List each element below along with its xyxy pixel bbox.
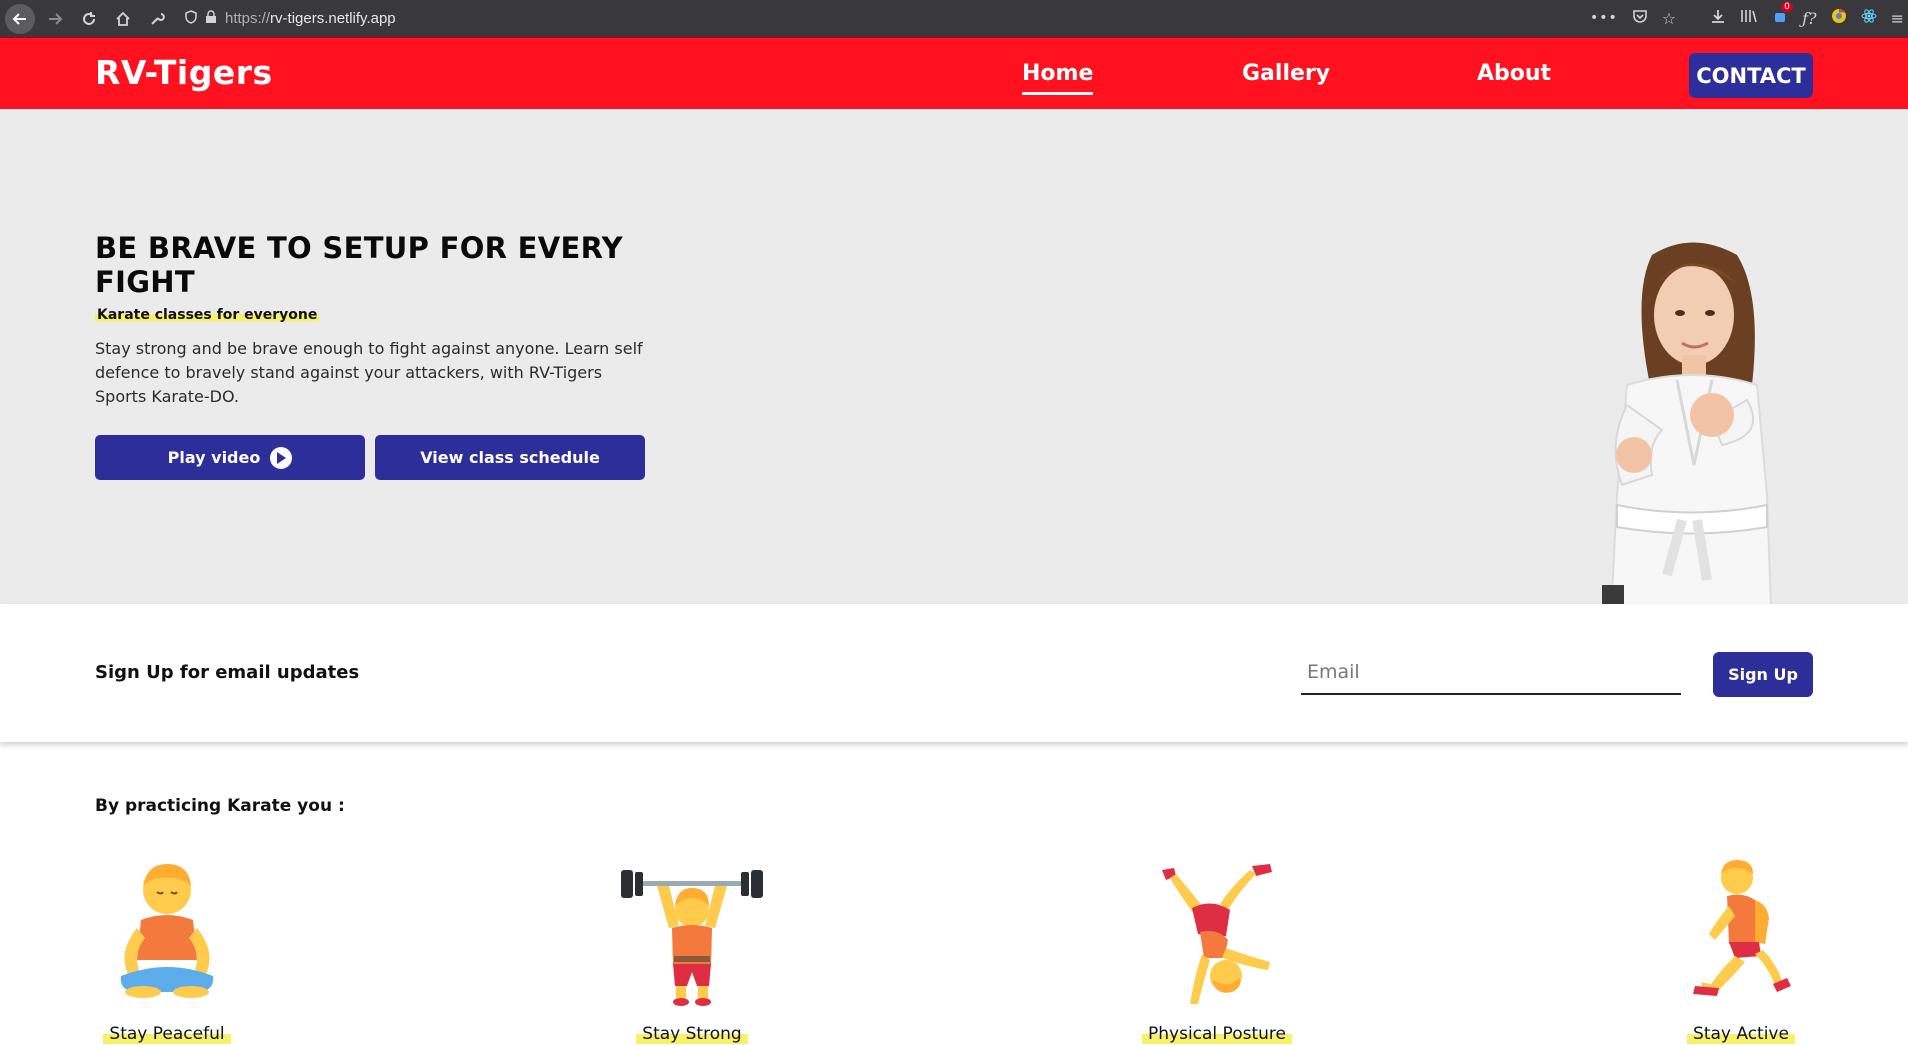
- nav-gallery[interactable]: Gallery: [1242, 61, 1330, 86]
- browser-toolbar: https://rv-tigers.netlify.app ••• ☆ 0 ƒ?…: [0, 0, 1908, 37]
- benefit-item: Stay Peaceful: [77, 858, 257, 1045]
- play-video-button[interactable]: Play video: [95, 435, 365, 480]
- wrench-icon: [151, 12, 165, 25]
- back-button[interactable]: [5, 3, 35, 34]
- reload-button[interactable]: [75, 5, 103, 33]
- customize-button[interactable]: [143, 5, 171, 33]
- pocket-icon[interactable]: [1632, 8, 1648, 28]
- browser-actions: ••• ☆ 0 ƒ? ≡: [1590, 2, 1904, 32]
- back-arrow-icon: [12, 12, 26, 25]
- hero-subtitle: Karate classes for everyone: [95, 307, 320, 323]
- download-icon[interactable]: [1710, 8, 1726, 28]
- view-schedule-button[interactable]: View class schedule: [375, 435, 645, 480]
- benefit-label: Physical Posture: [1142, 1024, 1292, 1044]
- hamburger-menu-icon[interactable]: ≡: [1891, 9, 1904, 28]
- weightlifter-icon: [621, 870, 763, 1006]
- react-devtools-icon[interactable]: [1861, 8, 1877, 28]
- nav-home[interactable]: Home: [1022, 61, 1094, 95]
- shield-icon: [185, 10, 197, 27]
- home-icon: [116, 11, 130, 26]
- nav-about[interactable]: About: [1477, 61, 1551, 86]
- extension-notify-icon[interactable]: 0: [1772, 2, 1793, 28]
- url-protocol: https://: [225, 10, 271, 27]
- forward-arrow-icon: [49, 12, 63, 25]
- hero-title: BE BRAVE TO SETUP FOR EVERY FIGHT: [95, 231, 623, 299]
- chrome-extension-icon[interactable]: [1831, 8, 1847, 28]
- home-button[interactable]: [109, 5, 137, 33]
- contact-button[interactable]: CONTACT: [1689, 53, 1813, 98]
- benefit-label: Stay Peaceful: [103, 1024, 231, 1044]
- benefits-title: By practicing Karate you :: [95, 796, 345, 816]
- benefit-item: Stay Active: [1651, 858, 1831, 1045]
- benefit-item: Physical Posture: [1127, 858, 1307, 1045]
- address-bar[interactable]: https://rv-tigers.netlify.app: [179, 5, 396, 33]
- runner-icon: [1693, 860, 1791, 996]
- notification-badge: 0: [1781, 2, 1793, 12]
- bookmark-star-icon[interactable]: ☆: [1662, 9, 1676, 28]
- signup-button[interactable]: Sign Up: [1713, 652, 1813, 697]
- site-header: RV-Tigers Home Gallery About CONTACT: [0, 37, 1908, 110]
- signup-label: Sign Up for email updates: [95, 662, 360, 683]
- play-video-label: Play video: [167, 448, 261, 467]
- site-logo[interactable]: RV-Tigers: [95, 53, 273, 92]
- email-signup-section: Sign Up for email updates Sign Up: [0, 604, 1908, 742]
- play-icon: [270, 446, 293, 469]
- email-input[interactable]: [1301, 651, 1681, 695]
- url-host: rv-tigers.netlify.app: [270, 10, 396, 27]
- function-icon[interactable]: ƒ?: [1802, 9, 1817, 28]
- hero-section: BE BRAVE TO SETUP FOR EVERY FIGHT Karate…: [0, 109, 1908, 693]
- library-icon[interactable]: [1740, 8, 1758, 28]
- meditation-icon: [120, 864, 214, 998]
- forward-button[interactable]: [41, 5, 69, 33]
- more-actions-icon[interactable]: •••: [1590, 10, 1618, 26]
- cartwheel-icon: [1162, 864, 1272, 1004]
- hero-description: Stay strong and be brave enough to fight…: [95, 339, 643, 406]
- benefit-label: Stay Strong: [636, 1024, 748, 1044]
- lock-icon: [205, 10, 217, 27]
- benefit-label: Stay Active: [1687, 1024, 1795, 1044]
- reload-icon: [83, 11, 95, 25]
- benefit-item: Stay Strong: [602, 858, 782, 1045]
